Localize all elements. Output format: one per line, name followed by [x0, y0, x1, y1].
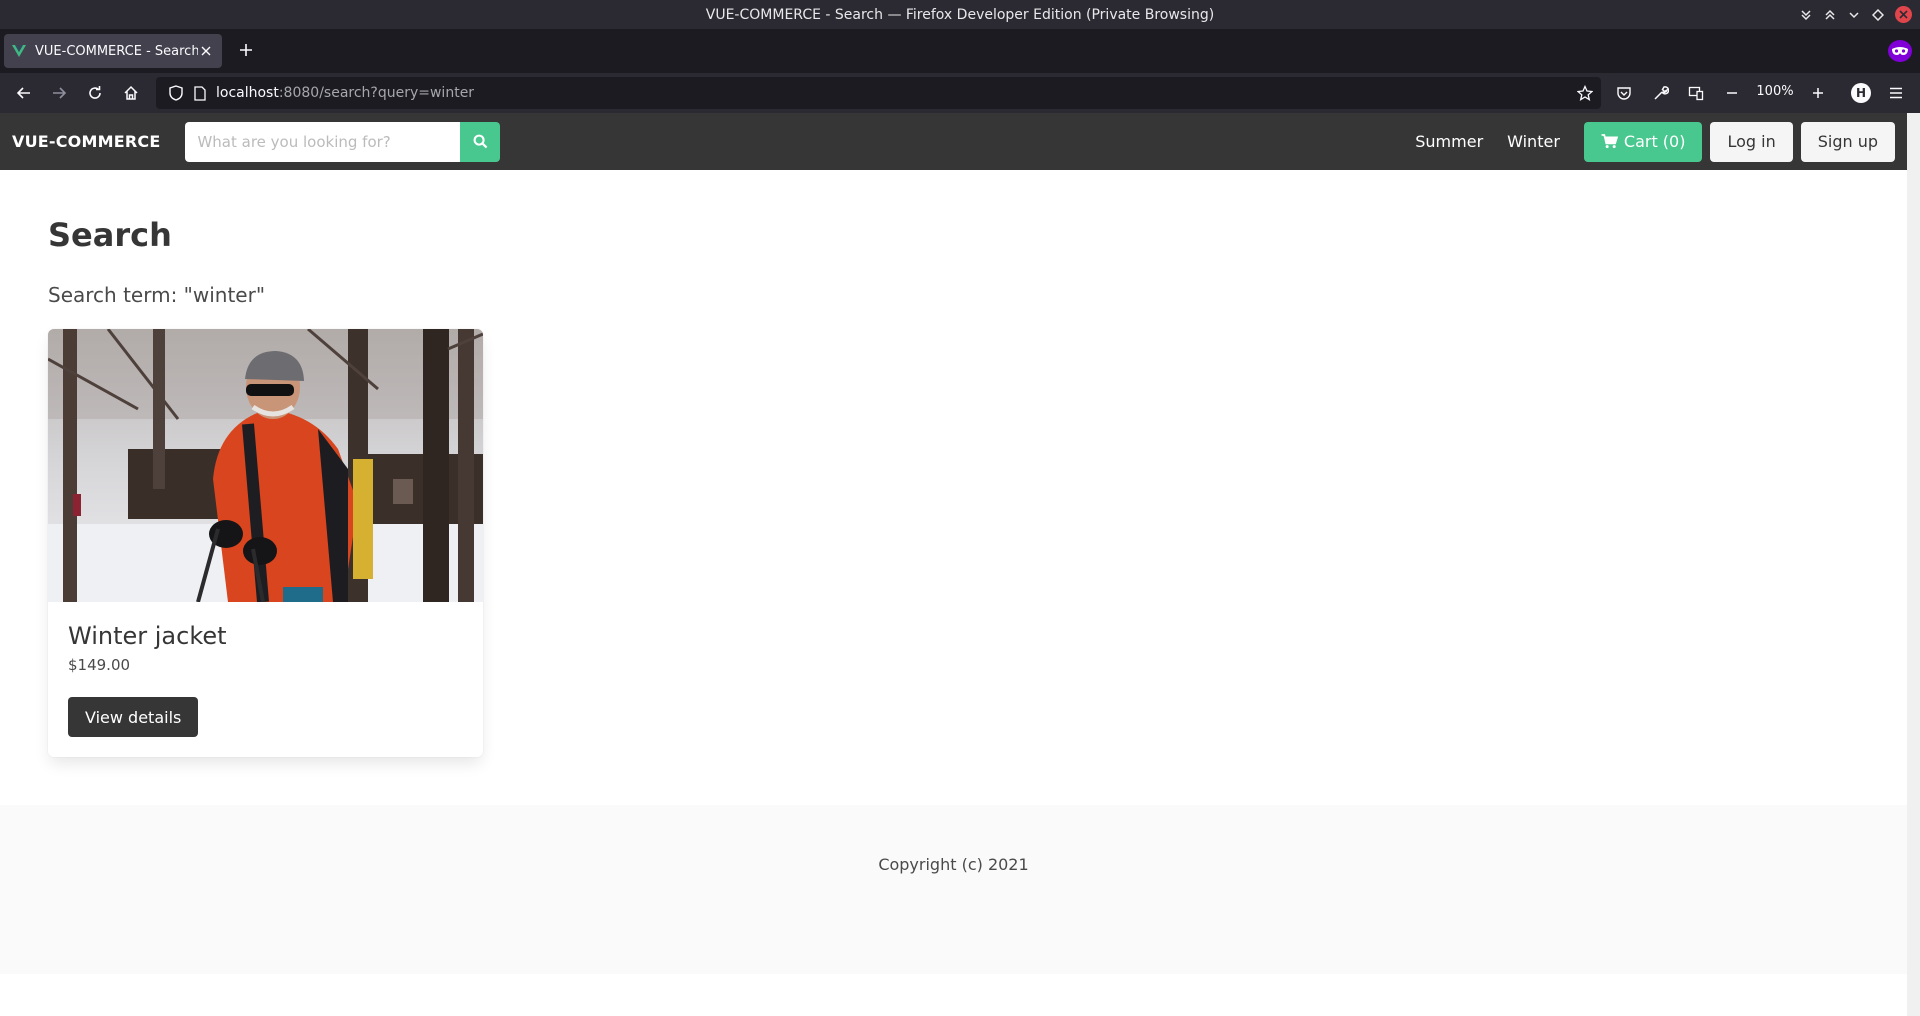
window-maximize-icon[interactable]	[1871, 8, 1885, 22]
tab-active[interactable]: VUE-COMMERCE - Search	[4, 34, 222, 68]
product-card: Winter jacket $149.00 View details	[48, 329, 483, 758]
tab-strip: VUE-COMMERCE - Search	[0, 29, 1920, 73]
window-minimize-icon[interactable]	[1847, 8, 1861, 22]
page-title: Search	[48, 216, 172, 254]
site-brand[interactable]: VUE-COMMERCE	[12, 132, 160, 151]
search-icon	[473, 134, 488, 149]
reload-icon[interactable]	[85, 83, 105, 103]
home-icon[interactable]	[121, 83, 141, 103]
signup-button[interactable]: Sign up	[1800, 121, 1895, 162]
browser-toolbar: localhost:8080/search?query=winter 100% …	[0, 73, 1920, 113]
url-host: localhost	[216, 85, 279, 101]
search-button[interactable]	[460, 121, 501, 162]
hamburger-menu-icon[interactable]	[1886, 83, 1906, 103]
responsive-design-icon[interactable]	[1686, 83, 1706, 103]
product-card-content: Winter jacket $149.00 View details	[48, 602, 483, 757]
window-controls	[1799, 0, 1912, 29]
nav-link-summer[interactable]: Summer	[1415, 132, 1483, 151]
search-input[interactable]	[185, 121, 461, 162]
private-browsing-icon	[1888, 40, 1912, 62]
new-tab-icon[interactable]	[236, 40, 256, 60]
login-button[interactable]: Log in	[1710, 121, 1793, 162]
page-scrollbar[interactable]	[1907, 113, 1920, 1016]
developer-tools-wrench-icon[interactable]	[1651, 83, 1671, 103]
zoom-out-icon[interactable]	[1722, 83, 1742, 103]
tracking-shield-icon[interactable]	[166, 83, 186, 103]
cart-label: Cart (0)	[1623, 132, 1686, 151]
navbar-end: Summer Winter Cart (0) Log in Sign up	[1415, 121, 1895, 162]
pocket-icon[interactable]	[1614, 83, 1634, 103]
vue-logo-icon	[12, 43, 28, 59]
copyright-text: Copyright (c) 2021	[878, 855, 1029, 874]
window-shade-up-icon[interactable]	[1823, 8, 1837, 22]
tab-close-icon[interactable]	[198, 43, 214, 59]
zoom-level[interactable]: 100%	[1756, 84, 1794, 99]
zoom-in-icon[interactable]	[1808, 83, 1828, 103]
bookmark-star-icon[interactable]	[1575, 83, 1595, 103]
search-term-subtitle: Search term: "winter"	[48, 283, 266, 308]
view-details-button[interactable]: View details	[68, 697, 199, 738]
nav-link-winter[interactable]: Winter	[1507, 132, 1560, 151]
tab-title: VUE-COMMERCE - Search	[35, 43, 198, 59]
url-path: :8080/search?query=winter	[278, 85, 475, 101]
window-titlebar: VUE-COMMERCE - Search — Firefox Develope…	[0, 0, 1920, 29]
product-price: $149.00	[68, 656, 131, 675]
site-navbar: VUE-COMMERCE Summer Winter Cart (0) Log …	[0, 113, 1907, 170]
window-title: VUE-COMMERCE - Search — Firefox Develope…	[705, 6, 1215, 23]
back-arrow-icon[interactable]	[14, 83, 34, 103]
site-footer: Copyright (c) 2021	[0, 805, 1907, 974]
product-image	[48, 329, 483, 603]
shopping-cart-icon	[1601, 134, 1618, 149]
page-viewport: VUE-COMMERCE Summer Winter Cart (0) Log …	[0, 113, 1907, 1016]
product-name: Winter jacket	[68, 622, 227, 651]
page-info-icon[interactable]	[190, 83, 210, 103]
cart-button[interactable]: Cart (0)	[1583, 121, 1703, 162]
account-avatar-icon[interactable]: H	[1851, 83, 1871, 103]
url-bar[interactable]: localhost:8080/search?query=winter	[156, 77, 1601, 109]
window-close-icon[interactable]	[1895, 6, 1912, 23]
window-shade-down-icon[interactable]	[1799, 8, 1813, 22]
forward-arrow-icon[interactable]	[49, 83, 69, 103]
search-section: Search Search term: "winter" Winter jack…	[0, 170, 1907, 758]
